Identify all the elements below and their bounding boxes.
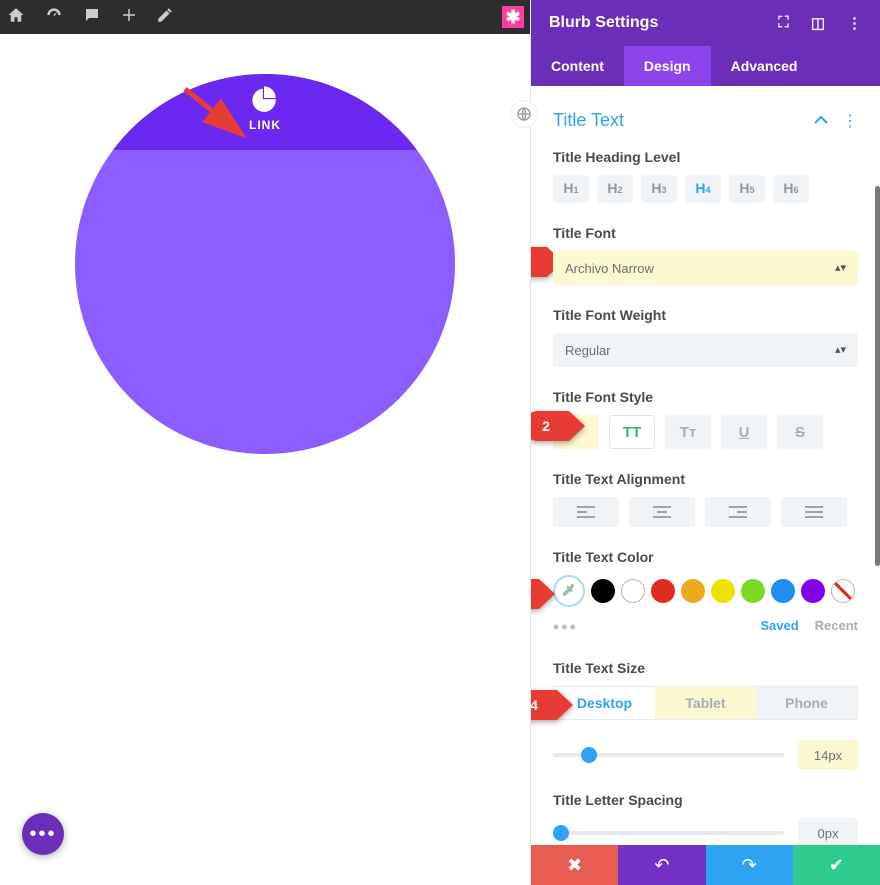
pencil-icon[interactable]	[156, 6, 174, 29]
builder-fab[interactable]: •••	[22, 813, 64, 855]
callout-2: 2	[531, 411, 569, 441]
h3-button[interactable]: H3	[641, 175, 677, 203]
align-left-button[interactable]	[553, 497, 619, 527]
panel-body: Title Text ⋮ Title Heading Level H1 H2 H…	[531, 86, 880, 845]
h5-button[interactable]: H5	[729, 175, 765, 203]
callout-3: 3	[531, 579, 539, 609]
align-justify-button[interactable]	[781, 497, 847, 527]
plus-icon[interactable]	[120, 6, 138, 29]
canvas: LINK •••	[0, 34, 530, 885]
recent-tab[interactable]: Recent	[815, 618, 858, 633]
chevron-up-icon[interactable]	[814, 112, 828, 130]
device-tabs: Desktop Tablet Phone	[553, 686, 858, 720]
strikethrough-button[interactable]: S	[777, 415, 823, 449]
swatch-red[interactable]	[651, 579, 675, 603]
swatch-orange[interactable]	[681, 579, 705, 603]
branding-badge[interactable]: ✱	[502, 6, 524, 28]
weight-select[interactable]: Regular ▴▾	[553, 333, 858, 367]
section-title-text[interactable]: Title Text ⋮	[553, 110, 858, 131]
font-style-group: TT Tᴛ U S	[553, 415, 858, 449]
annotation-arrow	[180, 84, 250, 144]
swatch-blue[interactable]	[771, 579, 795, 603]
select-arrows-icon: ▴▾	[835, 347, 846, 354]
style-label: Title Font Style	[553, 389, 858, 405]
blurb-module[interactable]: LINK	[75, 74, 455, 454]
pie-chart-icon	[250, 84, 280, 114]
swatch-green[interactable]	[741, 579, 765, 603]
h6-button[interactable]: H6	[773, 175, 809, 203]
font-value: Archivo Narrow	[565, 261, 654, 276]
size-label: Title Text Size	[553, 660, 858, 676]
spacing-slider[interactable]	[553, 831, 784, 835]
tab-content[interactable]: Content	[531, 46, 624, 86]
callout-1: 1	[531, 247, 547, 277]
device-phone[interactable]: Phone	[756, 686, 858, 720]
eyedropper-button[interactable]	[553, 575, 585, 607]
weight-label: Title Font Weight	[553, 307, 858, 323]
saved-tab[interactable]: Saved	[760, 618, 798, 633]
h1-button[interactable]: H1	[553, 175, 589, 203]
spacing-label: Title Letter Spacing	[553, 792, 858, 808]
align-center-button[interactable]	[629, 497, 695, 527]
panel-title: Blurb Settings	[549, 14, 658, 32]
swatch-yellow[interactable]	[711, 579, 735, 603]
blurb-header: LINK	[75, 74, 455, 150]
tab-advanced[interactable]: Advanced	[711, 46, 818, 86]
h2-button[interactable]: H2	[597, 175, 633, 203]
swatch-white[interactable]	[621, 579, 645, 603]
font-label: Title Font	[553, 225, 858, 241]
align-right-button[interactable]	[705, 497, 771, 527]
color-swatches	[553, 575, 858, 607]
heading-level-group: H1 H2 H3 H4 H5 H6	[553, 175, 858, 203]
close-button[interactable]: ✖	[531, 845, 618, 885]
callout-4: 4	[531, 690, 557, 720]
action-bar: ✖ ↶ ↷ ✔	[531, 845, 880, 885]
swatch-black[interactable]	[591, 579, 615, 603]
swatch-purple[interactable]	[801, 579, 825, 603]
more-swatches[interactable]: •••	[553, 617, 578, 638]
weight-value: Regular	[565, 343, 611, 358]
home-icon[interactable]	[6, 6, 26, 29]
section-label: Title Text	[553, 110, 624, 131]
align-group	[553, 497, 858, 527]
panel-header: Blurb Settings ⛶ ◫ ⋮	[531, 0, 880, 46]
admin-bar: ✱	[0, 0, 530, 34]
titlecase-button[interactable]: Tᴛ	[665, 415, 711, 449]
sidebar-toggle-icon[interactable]: ◫	[811, 14, 825, 32]
tab-design[interactable]: Design	[624, 46, 711, 86]
underline-button[interactable]: U	[721, 415, 767, 449]
size-slider[interactable]	[553, 753, 784, 757]
redo-button[interactable]: ↷	[706, 845, 793, 885]
swatch-none[interactable]	[831, 579, 855, 603]
settings-panel: Blurb Settings ⛶ ◫ ⋮ Content Design Adva…	[530, 0, 880, 885]
align-label: Title Text Alignment	[553, 471, 858, 487]
save-button[interactable]: ✔	[793, 845, 880, 885]
h4-button[interactable]: H4	[685, 175, 721, 203]
kebab-icon[interactable]: ⋮	[847, 14, 862, 32]
panel-tabs: Content Design Advanced	[531, 46, 880, 86]
kebab-icon[interactable]: ⋮	[842, 111, 858, 131]
scrollbar[interactable]	[875, 186, 880, 566]
device-tablet[interactable]: Tablet	[655, 686, 756, 720]
uppercase-button[interactable]: TT	[609, 415, 655, 449]
undo-button[interactable]: ↶	[618, 845, 705, 885]
blurb-title: LINK	[249, 118, 281, 132]
spacing-value[interactable]: 0px	[798, 818, 858, 845]
comment-icon[interactable]	[82, 6, 102, 29]
dashboard-icon[interactable]	[44, 5, 64, 30]
preview-column: ✱ LINK •••	[0, 0, 530, 885]
heading-level-label: Title Heading Level	[553, 149, 858, 165]
color-label: Title Text Color	[553, 549, 858, 565]
font-select[interactable]: Archivo Narrow ▴▾	[553, 251, 858, 285]
size-value[interactable]: 14px	[798, 740, 858, 770]
expand-icon[interactable]: ⛶	[778, 14, 789, 32]
select-arrows-icon: ▴▾	[835, 265, 846, 272]
